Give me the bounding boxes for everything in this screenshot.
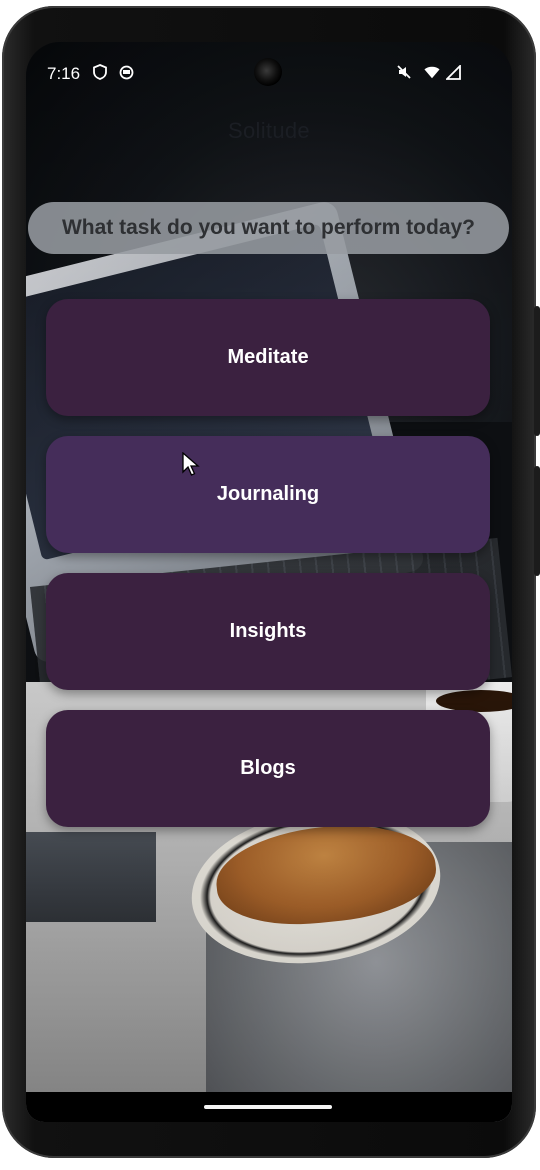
meditate-button[interactable]: Meditate	[46, 299, 490, 416]
front-camera	[254, 58, 282, 86]
shield-icon	[92, 64, 108, 80]
app-title: Solitude	[228, 118, 310, 143]
volume-button	[534, 466, 540, 576]
home-gesture-bar[interactable]	[204, 1105, 332, 1109]
mute-icon	[396, 64, 412, 80]
wifi-icon	[424, 64, 440, 80]
blogs-button[interactable]: Blogs	[46, 710, 490, 827]
task-prompt: What task do you want to perform today?	[28, 202, 509, 254]
device: 7:16 Solitude What task do you want to p…	[0, 0, 540, 1170]
mouse-cursor-icon	[182, 451, 200, 478]
power-button	[534, 306, 540, 436]
status-bar: 7:16	[26, 42, 512, 102]
insights-button[interactable]: Insights	[46, 573, 490, 690]
journaling-button[interactable]: Journaling	[46, 436, 490, 553]
vpn-icon	[118, 64, 134, 80]
signal-icon	[445, 64, 461, 80]
phone-screen: 7:16 Solitude What task do you want to p…	[26, 42, 512, 1122]
status-time: 7:16	[47, 64, 81, 83]
